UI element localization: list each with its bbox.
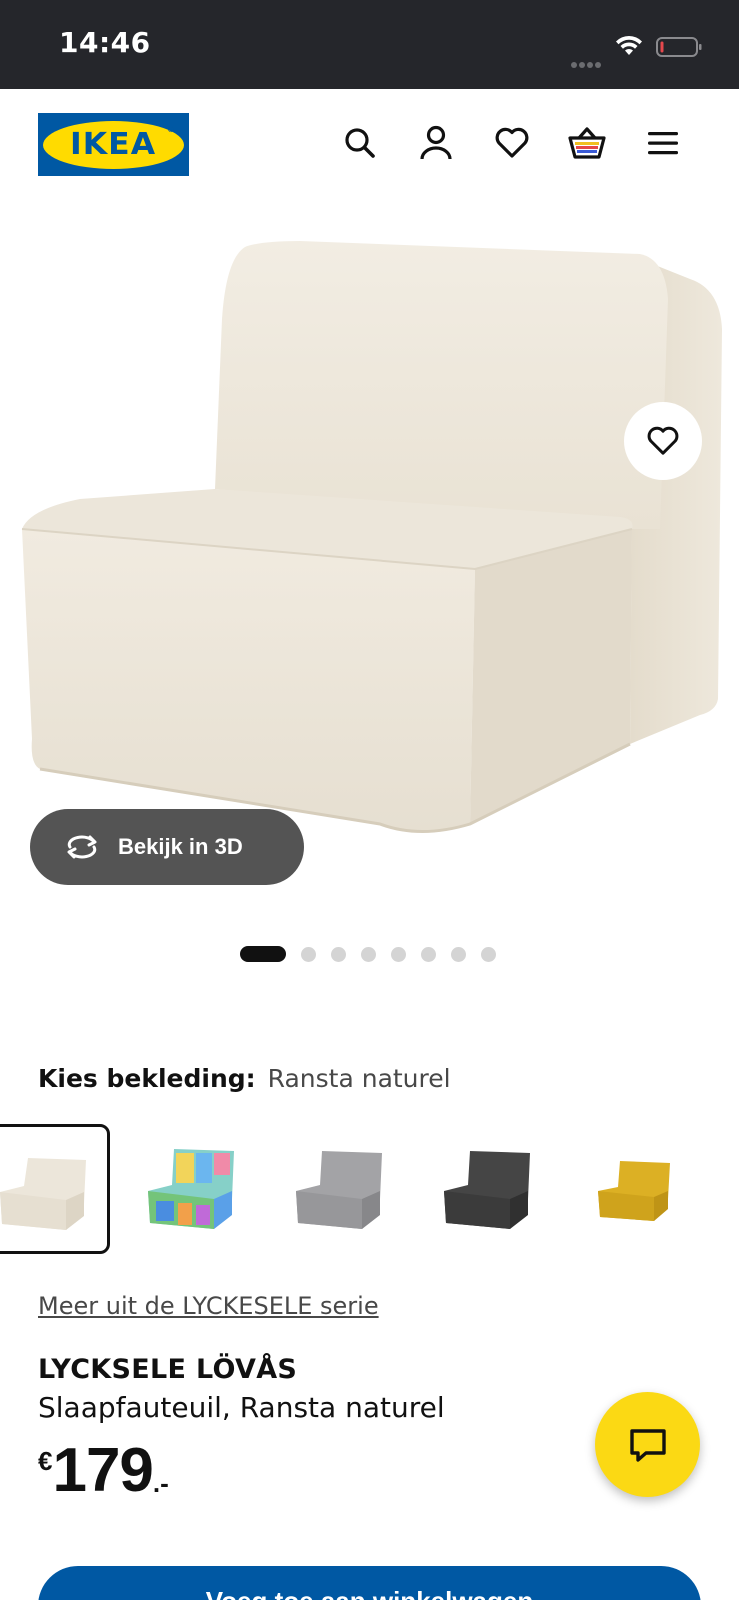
swatch-yellow[interactable]: [568, 1124, 698, 1254]
signal-icon: [571, 53, 607, 68]
price-suffix: .-: [152, 1468, 169, 1498]
swatch-ransta-naturel[interactable]: [0, 1124, 110, 1254]
logo-text: IKEA: [70, 127, 157, 162]
battery-icon: [656, 37, 702, 57]
search-icon[interactable]: [340, 123, 380, 163]
heart-icon[interactable]: [492, 123, 532, 163]
logo-registered: ®: [167, 124, 175, 134]
heart-icon: [647, 426, 679, 455]
view-3d-label: Bekijk in 3D: [118, 834, 243, 859]
product-name: LYCKSELE LÖVÅS: [38, 1354, 298, 1385]
carousel-dot-1[interactable]: [240, 946, 286, 962]
carousel-dot-2[interactable]: [301, 946, 316, 962]
covering-selector-label: Kies bekleding: Ransta naturel: [38, 1064, 451, 1093]
carousel-dot-7[interactable]: [451, 946, 466, 962]
account-icon[interactable]: [416, 123, 456, 163]
swatch-multicolor[interactable]: [124, 1124, 254, 1254]
price-amount: 179: [52, 1436, 153, 1505]
status-time: 14:46: [59, 26, 151, 59]
swatch-grey[interactable]: [272, 1124, 402, 1254]
swatch-chair-image: [296, 1151, 382, 1229]
logo-oval: IKEA ®: [43, 120, 184, 169]
series-link[interactable]: Meer uit de LYCKESELE serie: [38, 1292, 379, 1320]
chat-button[interactable]: [595, 1392, 700, 1497]
swatch-chair-image: [0, 1158, 86, 1230]
chat-bubble-icon: [629, 1428, 666, 1462]
price-currency: €: [38, 1446, 53, 1476]
ikea-logo[interactable]: IKEA ®: [38, 113, 189, 176]
carousel-indicators: [240, 946, 511, 962]
carousel-dot-6[interactable]: [421, 946, 436, 962]
rotate-3d-icon: [67, 835, 97, 859]
view-3d-button[interactable]: Bekijk in 3D: [30, 809, 304, 885]
swatch-chair-image: [598, 1161, 670, 1221]
swatch-dark-grey[interactable]: [420, 1124, 550, 1254]
covering-value: Ransta naturel: [267, 1064, 451, 1093]
carousel-dot-5[interactable]: [391, 946, 406, 962]
carousel-dot-8[interactable]: [481, 946, 496, 962]
covering-swatches: [0, 1124, 739, 1256]
carousel-dot-3[interactable]: [331, 946, 346, 962]
swatch-chair-image: [444, 1151, 530, 1229]
site-header: IKEA ®: [0, 89, 739, 199]
carousel-dot-4[interactable]: [361, 946, 376, 962]
swatch-chair-image: [148, 1149, 234, 1229]
basket-icon[interactable]: [567, 123, 607, 163]
product-price: € 179 .-: [38, 1438, 169, 1508]
status-bar: 14:46: [0, 0, 739, 89]
menu-icon[interactable]: [643, 123, 683, 163]
wifi-icon: [616, 35, 642, 55]
save-favorite-button[interactable]: [624, 402, 702, 480]
add-to-cart-button[interactable]: Voeg toe aan winkelwagen: [38, 1566, 701, 1600]
covering-label: Kies bekleding:: [38, 1064, 256, 1093]
product-description: Slaapfauteuil, Ransta naturel: [38, 1391, 445, 1424]
add-to-cart-label: Voeg toe aan winkelwagen: [206, 1586, 534, 1600]
